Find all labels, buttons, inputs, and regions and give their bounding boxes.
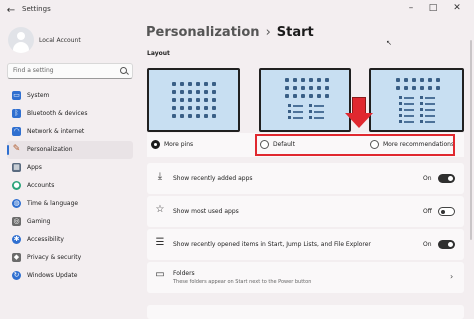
accessibility-icon: ✱	[12, 235, 21, 244]
sidebar-item-label: Time & language	[27, 200, 79, 207]
sidebar-item-label: Apps	[27, 164, 42, 171]
layout-preview-default[interactable]	[259, 68, 351, 132]
layout-preview-more-pins[interactable]	[147, 68, 240, 132]
wifi-icon: ◠	[12, 127, 21, 136]
sidebar-item-gaming[interactable]: ◎ Gaming	[7, 213, 133, 231]
gamepad-icon: ◎	[12, 217, 21, 226]
minimize-icon[interactable]: –	[404, 3, 418, 13]
sidebar-item-personalization[interactable]: ✎ Personalization	[7, 141, 133, 159]
toggle-state-text: On	[423, 175, 432, 182]
layout-preview-more-recommendations[interactable]	[369, 68, 464, 132]
update-icon: ↻	[12, 271, 21, 280]
sidebar-item-bluetooth[interactable]: ᛒ Bluetooth & devices	[7, 105, 133, 123]
setting-description: These folders appear on Start next to th…	[173, 279, 312, 285]
chevron-right-icon: ›	[450, 272, 454, 281]
radio-label-more-pins: More pins	[164, 141, 194, 148]
maximize-icon[interactable]: □	[426, 3, 440, 13]
sidebar-item-system[interactable]: ▭ System	[7, 87, 133, 105]
toggle-state-text: On	[423, 241, 432, 248]
brush-icon: ✎	[12, 144, 21, 154]
search-icon	[120, 67, 127, 74]
annotation-highlight-box	[255, 134, 455, 156]
close-icon[interactable]: ✕	[450, 3, 464, 13]
breadcrumb-separator: ›	[265, 25, 271, 40]
setting-row-recently-opened[interactable]: ☰ Show recently opened items in Start, J…	[147, 229, 464, 260]
sidebar-item-label: Bluetooth & devices	[27, 110, 88, 117]
sidebar-item-privacy[interactable]: ◆ Privacy & security	[7, 249, 133, 267]
setting-row-folders[interactable]: ▭ Folders These folders appear on Start …	[147, 262, 464, 293]
sidebar-item-time-language[interactable]: ◍ Time & language	[7, 195, 133, 213]
setting-row-recently-added[interactable]: ⤓ Show recently added apps On	[147, 163, 464, 194]
breadcrumb: Personalization › Start	[146, 25, 314, 40]
radio-more-pins[interactable]	[151, 140, 160, 149]
sidebar-item-accounts[interactable]: ● Accounts	[7, 177, 133, 195]
shield-icon: ◆	[12, 253, 21, 262]
title-bar: ← Settings – □ ✕	[0, 0, 474, 22]
sidebar-item-apps[interactable]: ▦ Apps	[7, 159, 133, 177]
bluetooth-icon: ᛒ	[12, 109, 21, 118]
download-icon: ⤓	[157, 171, 163, 182]
sidebar-item-label: Personalization	[27, 146, 73, 153]
search-placeholder: Find a setting	[13, 67, 54, 74]
scrollbar[interactable]	[470, 40, 472, 240]
folder-icon: ▭	[155, 269, 165, 280]
sidebar-item-label: Accounts	[27, 182, 55, 189]
setting-label: Folders	[173, 270, 195, 277]
pins-grid	[396, 78, 440, 90]
sidebar-item-windows-update[interactable]: ↻ Windows Update	[7, 267, 133, 285]
sidebar-item-label: Network & internet	[27, 128, 85, 135]
sidebar-item-label: Accessibility	[27, 236, 64, 243]
account-panel[interactable]: Local Account	[8, 27, 128, 53]
monitor-icon: ▭	[12, 91, 21, 100]
sidebar-item-label: Privacy & security	[27, 254, 82, 261]
pins-grid	[285, 78, 329, 98]
layout-section-label: Layout	[147, 50, 170, 57]
recommended-list	[288, 104, 324, 122]
recommended-list	[399, 96, 435, 126]
setting-label: Show most used apps	[173, 208, 239, 215]
search-input[interactable]: Find a setting	[7, 63, 133, 79]
avatar	[8, 27, 34, 53]
sidebar-nav: ▭ System ᛒ Bluetooth & devices ◠ Network…	[7, 87, 133, 285]
annotation-arrowhead-icon	[345, 113, 373, 128]
star-icon: ☆	[155, 204, 165, 215]
sidebar-item-accessibility[interactable]: ✱ Accessibility	[7, 231, 133, 249]
annotation-arrow-icon	[352, 97, 366, 114]
breadcrumb-parent[interactable]: Personalization	[146, 25, 260, 40]
toggle-switch[interactable]	[438, 207, 455, 216]
setting-label: Show recently opened items in Start, Jum…	[173, 241, 371, 248]
sidebar-item-network[interactable]: ◠ Network & internet	[7, 123, 133, 141]
setting-row-next[interactable]	[147, 305, 464, 319]
apps-icon: ▦	[12, 163, 21, 172]
back-arrow-icon[interactable]: ←	[4, 4, 18, 18]
account-name: Local Account	[39, 37, 81, 44]
sidebar-item-label: Windows Update	[27, 272, 78, 279]
pins-grid	[172, 82, 216, 118]
toggle-state-text: Off	[423, 208, 432, 215]
toggle-switch[interactable]	[438, 174, 455, 183]
setting-row-most-used[interactable]: ☆ Show most used apps Off	[147, 196, 464, 227]
window-title: Settings	[22, 5, 51, 13]
mouse-cursor-icon: ↖	[386, 39, 392, 47]
setting-label: Show recently added apps	[173, 175, 253, 182]
list-icon: ☰	[155, 237, 165, 248]
page-title: Start	[276, 25, 314, 40]
sidebar-item-label: Gaming	[27, 218, 51, 225]
toggle-switch[interactable]	[438, 240, 455, 249]
sidebar-item-label: System	[27, 92, 50, 99]
globe-icon: ◍	[12, 199, 21, 208]
person-icon: ●	[12, 181, 21, 190]
